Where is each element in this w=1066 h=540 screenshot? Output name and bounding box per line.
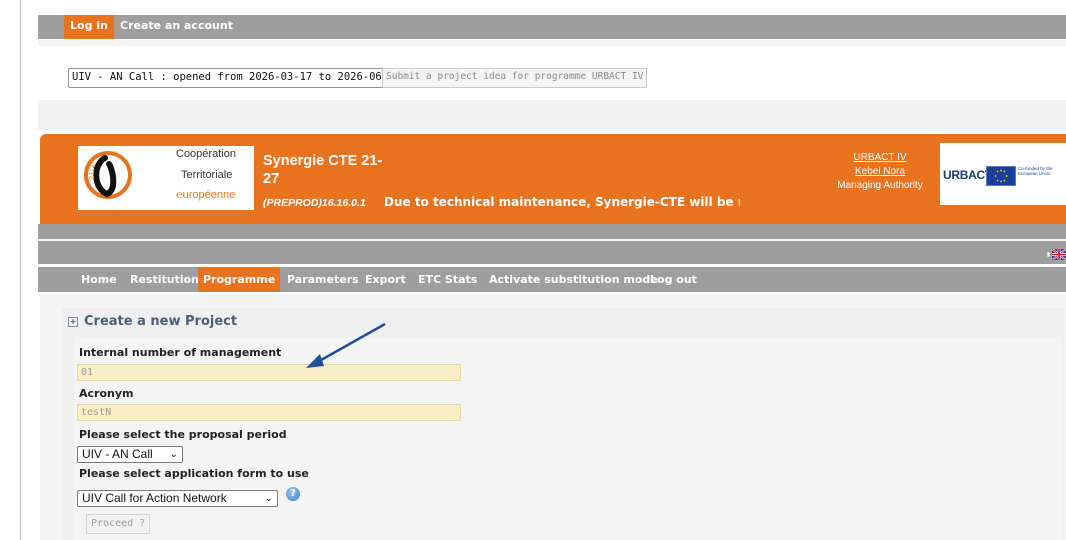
application-form-select[interactable]: UIV Call for Action Network ⌄ [77,490,278,507]
nav-logout[interactable]: Log out [645,267,702,292]
acronym-field[interactable]: testN [77,404,461,421]
application-form-label: Please select application form to use [79,467,309,480]
internal-number-field[interactable]: 01 [77,364,461,381]
user-info: URBACT IV Kebel Nora Managing Authority [830,151,930,193]
app-title: Synergie CTE 21-27 [263,153,383,187]
nav-etc-stats[interactable]: ETC Stats [413,267,482,292]
logo-text-line2: Territoriale [181,169,233,181]
call-select[interactable]: UIV - AN Call : opened from 2026-03-17 t… [68,68,424,88]
application-form-value: UIV Call for Action Network [82,491,227,505]
top-bar: Log in Create an account [38,15,1066,39]
urbact-logo-text: URBACT [943,168,992,182]
nav-export[interactable]: Export [360,267,411,292]
submit-project-idea-button[interactable]: Submit a project idea for programme URBA… [382,68,648,88]
logo-text-line1: Coopération [176,148,236,160]
nav-programme[interactable]: Programme [198,267,281,292]
proposal-period-select[interactable]: UIV - AN Call ⌄ [77,446,183,463]
chevron-down-icon: ⌄ [169,449,178,460]
nav-restitution[interactable]: Restitution [125,267,204,292]
header-band [38,224,1066,239]
proceed-button[interactable]: Proceed ? [86,514,151,534]
logo-text-line3-value: uropéenne [182,189,236,201]
maintenance-marquee: Due to technical maintenance, Synergie-C… [384,195,740,209]
panel-title: Create a new Project [84,314,238,329]
spacer-band [38,100,1066,130]
user-link[interactable]: Kebel Nora [830,165,930,179]
language-flag-icon[interactable] [1047,249,1066,260]
expand-icon[interactable]: + [68,317,78,327]
acronym-label: Acronym [79,387,134,400]
nav-home[interactable]: Home [76,267,122,292]
language-band [38,241,1066,264]
eu-cofunded-text: Co-funded by the European Union [1018,166,1053,176]
cte-logo-mark-icon: 21-27 [84,151,132,199]
nav-substitution-mode[interactable]: Activate substitution mode [484,267,663,292]
panel-header[interactable]: + Create a new Project [68,314,237,329]
nav-parameters[interactable]: Parameters [282,267,364,292]
logo-years: 21-27 [88,160,96,180]
proposal-period-label: Please select the proposal period [79,428,287,441]
logo-e-icon: ℮ [176,189,183,201]
help-icon[interactable]: ? [286,487,300,501]
logo-text-line3: ℮uropéenne [176,189,235,201]
programme-link[interactable]: URBACT IV [830,151,930,165]
page-left-border [20,0,21,540]
main-nav: Home Restitution Programme Parameters Ex… [38,267,1066,292]
internal-number-label: Internal number of management [79,346,282,359]
user-role: Managing Authority [837,180,923,191]
annotation-arrow-icon [306,322,386,368]
create-account-link[interactable]: Create an account [114,15,239,39]
call-select-value: UIV - AN Call : opened from 2026-03-17 t… [72,71,401,83]
eu-flag-icon [986,166,1016,186]
urbact-logo-label: URBACT [943,168,992,182]
chevron-down-icon: ⌄ [264,493,273,504]
top-bar-spacer [38,40,1066,46]
login-link[interactable]: Log in [64,15,114,39]
app-version: (PREPROD)16.16.0.1 [263,197,366,209]
proposal-period-value: UIV - AN Call [82,447,153,461]
